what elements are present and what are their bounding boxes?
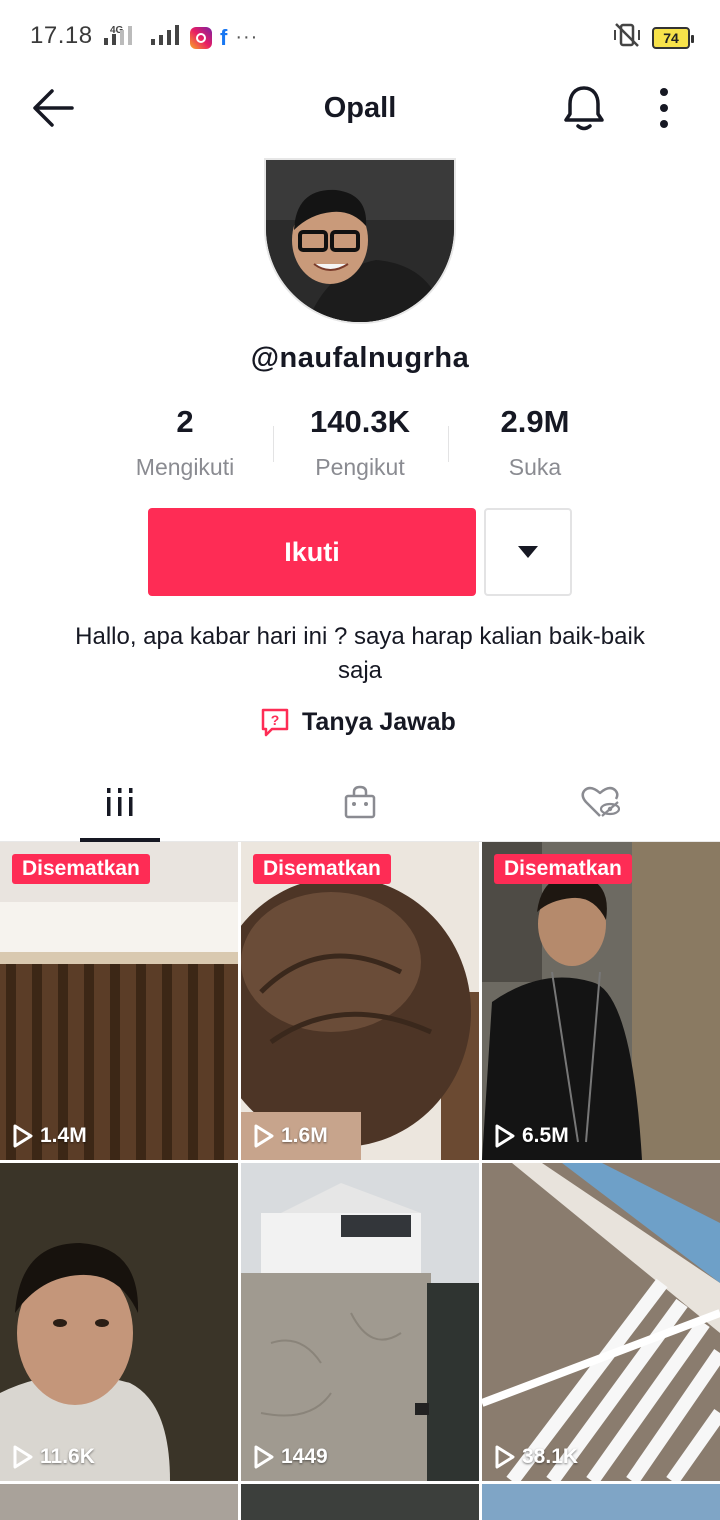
svg-text:?: ? <box>271 712 280 728</box>
status-right-icons: 74 <box>612 22 694 53</box>
vibrate-off-icon <box>612 22 642 53</box>
video-thumbnail[interactable]: Disematkan 1.6M <box>241 842 479 1160</box>
profile-username: @naufalnugrha <box>250 342 470 374</box>
suggested-accounts-button[interactable] <box>484 508 572 596</box>
facebook-icon: f <box>220 24 228 50</box>
follow-button[interactable]: Ikuti <box>148 508 476 596</box>
tab-shop[interactable] <box>240 762 480 842</box>
stat-likes: 2.9M Suka <box>445 404 625 481</box>
curtain-scene-icon <box>0 842 238 1160</box>
content-tabs <box>0 762 720 842</box>
video-thumbnail[interactable]: 38.1K <box>482 1163 720 1481</box>
pinned-badge: Disematkan <box>253 854 391 884</box>
video-thumbnail[interactable] <box>482 1484 720 1520</box>
more-options-button[interactable] <box>648 84 680 132</box>
status-time: 17.18 <box>30 22 93 49</box>
video-thumbnail[interactable] <box>0 1484 238 1520</box>
play-icon <box>13 1124 33 1148</box>
pinned-badge: Disematkan <box>12 854 150 884</box>
play-icon <box>13 1445 33 1469</box>
triangle-down-icon <box>518 546 538 558</box>
view-count-value: 1.6M <box>281 1124 328 1147</box>
vertical-dots-icon <box>660 88 668 128</box>
page-title: Opall <box>323 92 397 124</box>
avatar-photo-icon <box>266 160 454 322</box>
tab-liked[interactable] <box>480 762 720 842</box>
view-count-value: 38.1K <box>522 1445 579 1468</box>
hair-closeup-scene-icon <box>241 842 479 1160</box>
view-count: 38.1K <box>494 1445 578 1469</box>
play-icon <box>254 1124 274 1148</box>
white-fence-scene-icon <box>482 1163 720 1481</box>
stat-followers[interactable]: 140.3K Pengikut <box>270 404 450 481</box>
followers-label: Pengikut <box>315 454 405 480</box>
view-count-value: 11.6K <box>40 1445 95 1468</box>
person-dark-room-scene-icon <box>0 1163 238 1481</box>
likes-count: 2.9M <box>500 404 570 439</box>
view-count: 6.5M <box>494 1124 569 1148</box>
qa-label: Tanya Jawab <box>302 707 456 736</box>
status-bar: 17.18 4G f ··· 74 <box>0 0 720 72</box>
tab-videos[interactable] <box>0 762 240 842</box>
likes-label: Suka <box>508 454 562 480</box>
profile-bio: Hallo, apa kabar hari ini ? saya harap k… <box>75 623 645 684</box>
following-label: Mengikuti <box>135 454 235 480</box>
qa-link[interactable]: ? Tanya Jawab <box>260 704 456 740</box>
white-house-scene-icon <box>241 1163 479 1481</box>
instagram-icon <box>190 26 212 49</box>
more-notifications-icon: ··· <box>235 26 259 48</box>
view-count: 1449 <box>253 1445 328 1469</box>
video-thumbnail[interactable]: 1449 <box>241 1163 479 1481</box>
status-left-icons: 4G f ··· <box>102 24 258 51</box>
following-count: 2 <box>176 404 194 439</box>
signal-icon <box>150 24 182 51</box>
profile-stats: 2 Mengikuti 140.3K Pengikut 2.9M Suka <box>90 404 630 484</box>
video-thumbnail[interactable]: Disematkan 1.4M <box>0 842 238 1160</box>
profile-header: Opall <box>0 72 720 144</box>
pinned-badge: Disematkan <box>494 854 632 884</box>
play-icon <box>495 1445 515 1469</box>
avatar[interactable] <box>264 158 456 324</box>
stat-following[interactable]: 2 Mengikuti <box>95 404 275 481</box>
video-thumbnail[interactable]: 11.6K <box>0 1163 238 1481</box>
view-count-value: 6.5M <box>522 1124 569 1147</box>
liked-hidden-icon <box>581 786 620 817</box>
shop-bag-icon <box>344 785 376 819</box>
person-black-shirt-scene-icon <box>482 842 720 1160</box>
bell-icon <box>564 86 604 131</box>
videos-grid-icon <box>107 788 133 816</box>
question-bubble-icon: ? <box>261 708 289 737</box>
view-count: 1.6M <box>253 1124 328 1148</box>
play-icon <box>495 1124 515 1148</box>
view-count: 1.4M <box>12 1124 87 1148</box>
video-thumbnail[interactable]: Disematkan 6.5M <box>482 842 720 1160</box>
view-count-value: 1449 <box>281 1445 328 1468</box>
play-icon <box>254 1445 274 1469</box>
notification-bell-button[interactable] <box>562 84 606 132</box>
view-count: 11.6K <box>12 1445 95 1469</box>
signal-4g-icon: 4G <box>102 24 142 51</box>
view-count-value: 1.4M <box>40 1124 87 1147</box>
battery-indicator: 74 <box>652 26 694 49</box>
followers-count: 140.3K <box>310 404 410 439</box>
video-thumbnail[interactable] <box>241 1484 479 1520</box>
